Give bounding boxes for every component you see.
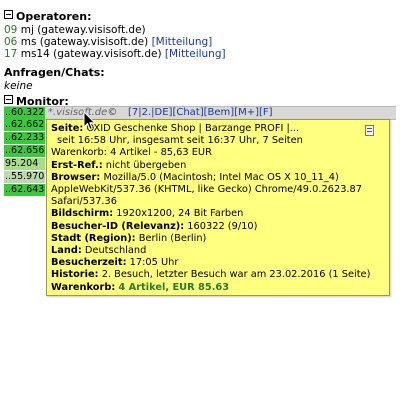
- visitor-host-text: *.visisoft.de: [48, 107, 108, 118]
- country-label: Land:: [51, 245, 82, 257]
- operator-count: 09: [4, 24, 18, 36]
- browser-label: Browser:: [51, 171, 101, 183]
- history-value: 2. Besuch, letzter Besuch war am 23.02.2…: [101, 269, 371, 281]
- page-value: OXID Geschenke Shop | Barzange PROFI |..…: [86, 123, 300, 134]
- visitor-ip[interactable]: ..60.322: [4, 107, 45, 119]
- copy-symbol: ©: [107, 107, 118, 118]
- collapse-icon[interactable]: [4, 95, 13, 104]
- cart-value: 4 Artikel, EUR 85.63: [118, 281, 230, 293]
- monitor-row-selected[interactable]: ..60.322 *.visisoft.de© [7|2.|DE][Chat][…: [4, 106, 396, 120]
- operators-header[interactable]: Operatoren:: [4, 10, 91, 23]
- visitor-info-tooltip: Seite: OXID Geschenke Shop | Barzange PR…: [46, 119, 390, 296]
- message-link[interactable]: [Mitteilung]: [165, 48, 226, 60]
- operator-count: 17: [4, 48, 18, 60]
- requests-title: Anfragen/Chats:: [4, 66, 105, 79]
- visitor-ip[interactable]: ..55.970: [4, 171, 45, 183]
- message-link[interactable]: [Mitteilung]: [152, 36, 213, 48]
- operator-row: 06 ms (gateway.visisoft.de) [Mitteilung]: [4, 36, 212, 48]
- screen-label: Bildschirm:: [51, 208, 114, 220]
- operator-name: ms (gateway.visisoft.de): [20, 36, 149, 48]
- page-label: Seite:: [51, 123, 84, 134]
- cart-label: Warenkorb:: [51, 281, 116, 293]
- operators-title: Operatoren:: [16, 10, 92, 23]
- referrer-label: Erst-Ref.:: [51, 159, 103, 171]
- history-label: Historie:: [51, 269, 99, 281]
- visitor-time-value: 17:05 Uhr: [129, 257, 179, 269]
- basket-summary: Warenkorb: 4 Artikel - 85,63 EUR: [51, 147, 212, 159]
- requests-empty: keine: [4, 80, 33, 92]
- screen-value: 1920x1200, 24 Bit Farben: [116, 208, 244, 220]
- visitor-ip[interactable]: ..62.643: [4, 184, 45, 196]
- operator-name: mj (gateway.visisoft.de): [20, 24, 146, 36]
- session-time: seit 16:58 Uhr, insgesamt seit 16:37 Uhr…: [57, 135, 303, 147]
- visitor-ip[interactable]: ..62.233: [4, 132, 45, 144]
- visitor-ip[interactable]: ..62.662: [4, 119, 45, 131]
- operator-row: 17 ms14 (gateway.visisoft.de) [Mitteilun…: [4, 48, 226, 60]
- visitor-time-label: Besucherzeit:: [51, 257, 127, 269]
- visitor-id-label: Besucher-ID (Relevanz):: [51, 220, 185, 232]
- visitor-ip-text: ..60.322: [5, 107, 45, 118]
- menu-icon[interactable]: [365, 125, 374, 136]
- visitor-id-value: 160322 (9/10): [187, 220, 258, 232]
- operator-count: 06: [4, 36, 18, 48]
- visitor-ip[interactable]: ..62.656: [4, 145, 45, 157]
- visitor-action-links[interactable]: [7|2.|DE][Chat][Bem][M+][F]: [128, 107, 273, 119]
- browser-value: Mozilla/5.0 (Macintosh; Intel Mac OS X 1…: [103, 171, 339, 183]
- operator-name: ms14 (gateway.visisoft.de): [20, 48, 162, 60]
- browser-value-line2: AppleWebKit/537.36 (KHTML, like Gecko) C…: [51, 184, 363, 196]
- city-label: Stadt (Region):: [51, 232, 136, 244]
- visitor-ip[interactable]: 95.204: [4, 158, 45, 170]
- browser-value-line3: Safari/537.36: [51, 196, 118, 208]
- referrer-value: nicht übergeben: [105, 159, 187, 171]
- operator-row: 09 mj (gateway.visisoft.de): [4, 24, 146, 36]
- collapse-icon[interactable]: [4, 10, 13, 19]
- city-value: Berlin (Berlin): [138, 232, 207, 244]
- country-value: Deutschland: [84, 245, 147, 257]
- mouse-cursor-icon: [83, 111, 96, 131]
